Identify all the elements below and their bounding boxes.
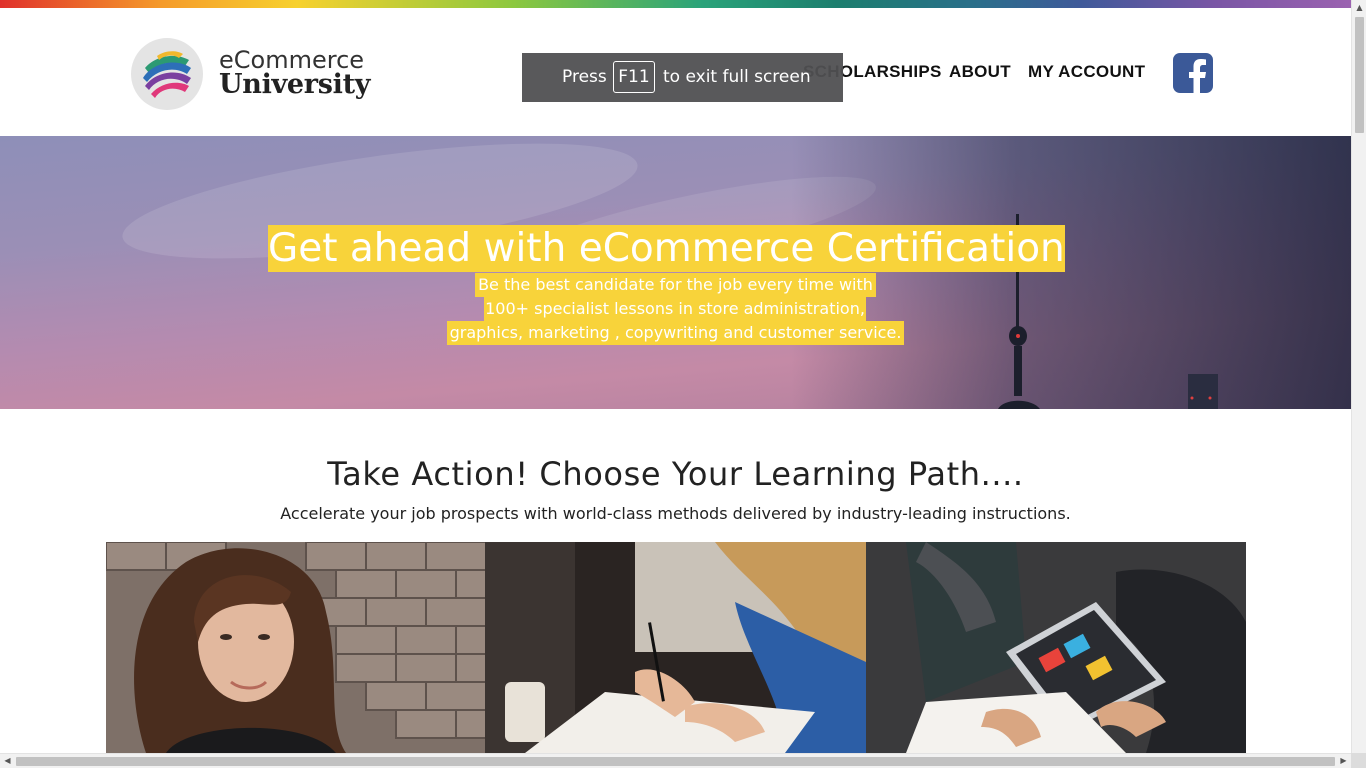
- logo-text-university: University: [219, 69, 371, 100]
- learning-path-title: Take Action! Choose Your Learning Path..…: [327, 455, 1024, 493]
- logo-icon[interactable]: [131, 38, 203, 110]
- learning-card-teamwork[interactable]: [866, 542, 1246, 753]
- site-header: eCommerce University SCHOLARSHIPS ABOUT …: [0, 8, 1351, 136]
- vertical-scrollbar[interactable]: ▲: [1351, 0, 1366, 753]
- rainbow-top-bar: [0, 0, 1351, 8]
- scroll-up-arrow-icon[interactable]: ▲: [1352, 0, 1366, 15]
- scrollbar-corner: [1351, 753, 1366, 768]
- fullscreen-exit-text: to exit full screen: [663, 67, 811, 87]
- learning-path-subtitle: Accelerate your job prospects with world…: [280, 504, 1071, 523]
- horizontal-scrollbar[interactable]: ◀ ▶: [0, 753, 1351, 768]
- learning-card-portrait[interactable]: [106, 542, 485, 753]
- hero-title: Get ahead with eCommerce Certification: [268, 225, 1065, 272]
- nav-about[interactable]: ABOUT: [949, 62, 1011, 82]
- facebook-icon[interactable]: [1173, 53, 1213, 93]
- scroll-right-arrow-icon[interactable]: ▶: [1336, 754, 1351, 768]
- horizontal-scroll-thumb[interactable]: [16, 757, 1335, 766]
- scroll-left-arrow-icon[interactable]: ◀: [0, 754, 15, 768]
- fullscreen-press-text: Press: [562, 67, 607, 87]
- learning-card-writing[interactable]: [485, 542, 866, 753]
- hero-subtitle-line-3: graphics, marketing , copywriting and cu…: [447, 321, 904, 345]
- hero-subtitle-line-1: Be the best candidate for the job every …: [475, 273, 876, 297]
- vertical-scroll-thumb[interactable]: [1355, 17, 1364, 133]
- fullscreen-exit-notice: Press F11 to exit full screen: [522, 53, 843, 102]
- hero-subtitle-line-2: 100+ specialist lessons in store adminis…: [484, 297, 866, 321]
- f11-key-badge: F11: [613, 61, 655, 93]
- nav-my-account[interactable]: MY ACCOUNT: [1028, 62, 1145, 82]
